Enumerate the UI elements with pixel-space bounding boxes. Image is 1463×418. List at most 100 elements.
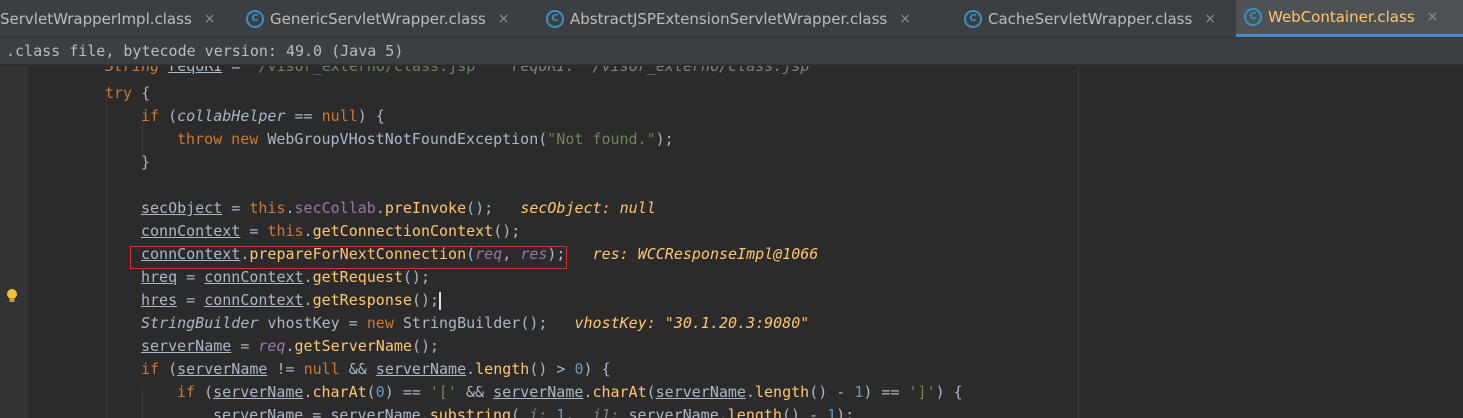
token-punct: . (285, 199, 295, 217)
token-op: = (231, 337, 259, 355)
class-icon: C (546, 9, 564, 28)
token-op: ) == (863, 383, 909, 401)
token-op: = (240, 222, 268, 240)
token-var: serverName (330, 406, 421, 418)
token-type: StringBuilder (141, 314, 259, 332)
token-keyword: this (267, 222, 304, 240)
token-method: getConnectionContext (312, 222, 494, 240)
token-number: 1 (827, 406, 837, 418)
code-line: String reqURI = "/visor_externo/class.js… (105, 66, 818, 78)
inline-value-hint: secObject: null (520, 199, 656, 217)
token-keyword: null (303, 360, 340, 378)
close-icon[interactable]: × (1204, 11, 1216, 27)
token-number: 0 (375, 383, 385, 401)
tab-web-container[interactable]: C WebContainer.class × (1236, 0, 1463, 37)
token-method: getServerName (294, 337, 412, 355)
close-icon[interactable]: × (899, 11, 911, 27)
token-var: secObject (141, 199, 223, 217)
code-line: connContext = this.getConnectionContext(… (141, 220, 520, 243)
token-punct: . (420, 406, 430, 418)
token-op: = (303, 406, 331, 418)
token-keyword: if (177, 383, 196, 401)
indent-guide (106, 90, 107, 418)
editor-gutter (0, 66, 28, 418)
token-method: substring (429, 406, 512, 418)
token-method: preInvoke (384, 199, 467, 217)
token-class: WebGroupVHostNotFoundException (267, 130, 539, 148)
code-line: secObject = this.secCollab.preInvoke(); … (141, 197, 656, 220)
token-punct: ( (195, 383, 214, 401)
tab-label: AbstractJSPExtensionServletWrapper.class (570, 9, 888, 28)
code-line: try { (105, 82, 150, 105)
code-line: serverName = serverName.substring( i: 1,… (213, 404, 854, 418)
token-var: hres (141, 291, 178, 309)
token-op: = (222, 199, 250, 217)
tab-servlet-wrapper-impl[interactable]: ServletWrapperImpl.class × (0, 0, 232, 37)
tab-cache-servlet-wrapper[interactable]: C CacheServletWrapper.class × (956, 0, 1234, 37)
close-icon[interactable]: × (498, 11, 510, 27)
token-punct: ( (366, 383, 376, 401)
token-punct: ( (159, 360, 178, 378)
token-op: = (177, 291, 205, 309)
token-var: serverName (628, 406, 719, 418)
inline-value-hint: vhostKey: "30.1.20.3:9080" (574, 314, 810, 332)
token-op: == (285, 107, 322, 125)
token-op: && (339, 360, 376, 378)
code-line: if (serverName != null && serverName.len… (141, 358, 611, 381)
token-method: charAt (592, 383, 647, 401)
token-punct: . (303, 268, 313, 286)
indent-guide (142, 390, 143, 418)
token-punct: (); (520, 314, 548, 332)
code-line: hreq = connContext.getRequest(); (141, 266, 430, 289)
token-var: serverName (213, 406, 304, 418)
token-punct: (); (402, 268, 430, 286)
token-punct: . (375, 199, 385, 217)
code-line: throw new WebGroupVHostNotFoundException… (177, 128, 674, 151)
token-var: serverName (177, 360, 268, 378)
token-keyword: if (141, 107, 160, 125)
token-punct: ( (159, 107, 178, 125)
token-var: collabHelper (177, 107, 286, 125)
token-punct: (); (411, 291, 440, 309)
token-punct: . (718, 406, 728, 418)
class-icon: C (964, 9, 982, 28)
token-punct: ); (836, 406, 855, 418)
token-op: () - (781, 406, 828, 418)
token-var: serverName (493, 383, 584, 401)
token-keyword: try (105, 84, 133, 102)
token-punct: () > (529, 360, 575, 378)
close-icon[interactable]: × (204, 11, 216, 27)
close-icon[interactable]: × (1427, 9, 1439, 25)
token-char: ']' (908, 383, 936, 401)
bytecode-version-text: .class file, bytecode version: 49.0 (Jav… (6, 42, 404, 60)
code-line: if (serverName.charAt(0) == '[' && serve… (177, 381, 963, 404)
token-param: req (258, 337, 286, 355)
token-punct: { (132, 84, 151, 102)
tab-label: GenericServletWrapper.class (270, 9, 486, 28)
inline-value-hint: res: WCCResponseImpl@1066 (592, 245, 819, 263)
token-punct: ) { (583, 360, 611, 378)
token-op: () - (809, 383, 855, 401)
code-line: serverName = req.getServerName(); (141, 335, 439, 358)
token-punct: ) { (935, 383, 963, 401)
token-op: = (339, 314, 367, 332)
token-method: length (475, 360, 530, 378)
token-punct: (); (466, 199, 494, 217)
tab-generic-servlet-wrapper[interactable]: C GenericServletWrapper.class × (238, 0, 536, 37)
right-margin-guide (1078, 66, 1079, 418)
token-var: reqURI (168, 66, 223, 75)
tab-label: CacheServletWrapper.class (988, 9, 1193, 28)
token-number: 1 (556, 406, 566, 418)
token-punct: (); (493, 222, 521, 240)
text-caret (439, 291, 442, 310)
editor-tab-bar: ServletWrapperImpl.class × C GenericServ… (0, 0, 1463, 38)
class-icon: C (246, 9, 264, 28)
token-op: = (177, 268, 205, 286)
tab-abstract-jsp-extension-servlet-wrapper[interactable]: C AbstractJSPExtensionServletWrapper.cla… (538, 0, 956, 37)
lightbulb-icon[interactable] (6, 288, 18, 304)
token-var: serverName (141, 337, 232, 355)
token-var: hreq (141, 268, 178, 286)
code-editor[interactable]: String reqURI = "/visor_externo/class.js… (0, 66, 1463, 418)
token-method: length (727, 406, 782, 418)
token-op: ) == (384, 383, 430, 401)
